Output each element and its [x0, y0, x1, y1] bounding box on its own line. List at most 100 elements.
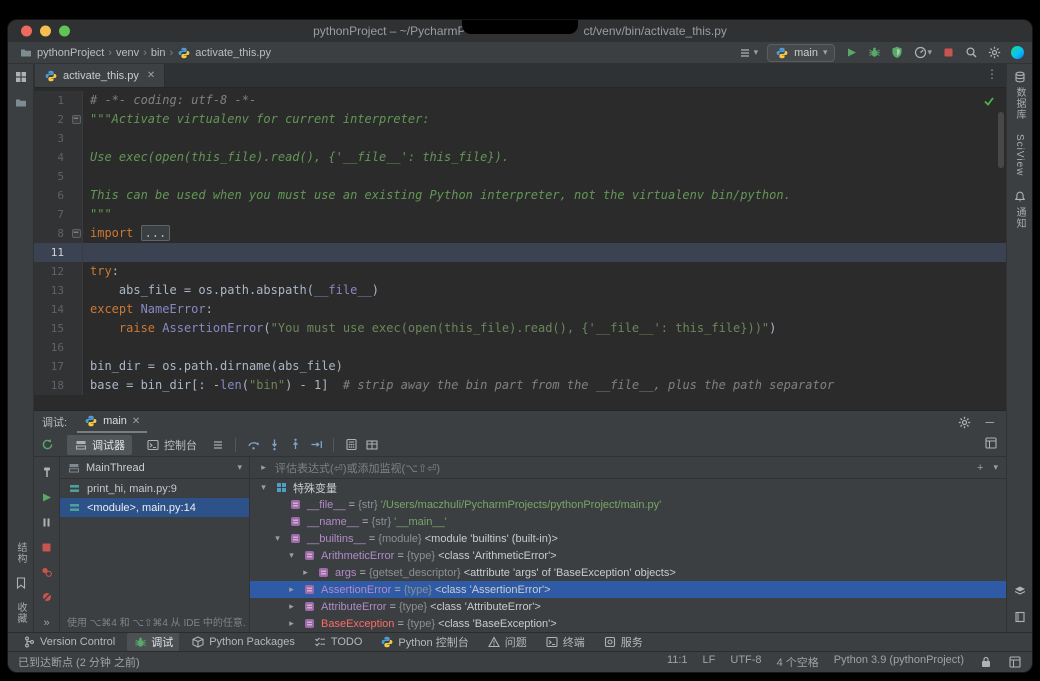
stop-debug-button[interactable] — [40, 540, 54, 554]
evaluate-expression-bar[interactable]: ▸ 评估表达式(⏎)或添加监视(⌥⇧⏎) + ▾ — [250, 457, 1006, 479]
step-out-button[interactable] — [288, 438, 302, 452]
variable-row[interactable]: __name__ = {str} '__main__' — [250, 513, 1006, 530]
chevron-right-icon[interactable]: ▸ — [286, 584, 297, 595]
editor-line-15[interactable]: 15 raise AssertionError("You must use ex… — [34, 319, 1006, 338]
step-into-button[interactable] — [267, 438, 281, 452]
profiler-button[interactable]: ▾ — [913, 46, 932, 60]
toolwindow-button-todo[interactable]: TODO — [307, 634, 369, 650]
chevron-right-icon[interactable]: ▸ — [286, 601, 297, 612]
debug-session-tab[interactable]: main ✕ — [77, 411, 147, 433]
variable-row[interactable]: ▸AssertionError = {type} <class 'Asserti… — [250, 581, 1006, 598]
watches-view-button[interactable] — [365, 438, 379, 452]
breadcrumb-item[interactable]: venv — [113, 47, 142, 59]
code-editor[interactable]: 1# -*- coding: utf-8 -*-2−"""Activate vi… — [34, 88, 1006, 410]
tab-options-icon[interactable]: ⋮ — [986, 67, 998, 81]
step-over-button[interactable] — [246, 438, 260, 452]
toolwindow-button-branch[interactable]: Version Control — [16, 634, 121, 650]
breadcrumb-item[interactable]: pythonProject — [16, 46, 107, 60]
stop-button[interactable] — [941, 46, 955, 60]
status-item[interactable]: LF — [703, 654, 716, 670]
view-breakpoints-button[interactable] — [40, 565, 54, 579]
resume-button[interactable] — [40, 490, 54, 504]
run-configuration-selector[interactable]: main ▾ — [767, 44, 835, 62]
fold-marker[interactable]: − — [70, 110, 83, 129]
right-stripe-tool-button[interactable]: SciView — [1014, 134, 1025, 176]
chevron-down-icon[interactable]: ▾ — [258, 482, 269, 493]
close-tab-icon[interactable]: ✕ — [147, 70, 155, 81]
chevron-right-icon[interactable]: ▸ — [300, 567, 311, 578]
toolwindow-button-bug[interactable]: 调试 — [127, 633, 179, 651]
status-item[interactable]: 4 个空格 — [777, 654, 819, 670]
editor-tab-active[interactable]: activate_this.py ✕ — [35, 64, 165, 87]
fold-marker[interactable]: − — [70, 224, 83, 243]
chevron-down-icon[interactable]: ▾ — [272, 533, 283, 544]
editor-line-5[interactable]: 5 — [34, 167, 1006, 186]
variable-row[interactable]: __file__ = {str} '/Users/maczhuli/Pychar… — [250, 496, 1006, 513]
editor-line-16[interactable]: 16 — [34, 338, 1006, 357]
status-widget-icon[interactable] — [1008, 655, 1022, 669]
bookmark-icon[interactable] — [14, 576, 28, 590]
list-dropdown-icon[interactable]: ▾ — [738, 46, 759, 60]
variable-row[interactable]: ▾__builtins__ = {module} <module 'builti… — [250, 530, 1006, 547]
editor-line-6[interactable]: 6This can be used when you must use an e… — [34, 186, 1006, 205]
editor-line-11[interactable]: 11 — [34, 243, 1006, 262]
editor-line-2[interactable]: 2−"""Activate virtualenv for current int… — [34, 110, 1006, 129]
rerun-button[interactable] — [40, 438, 54, 452]
minimize-window-button[interactable] — [40, 26, 51, 37]
inspections-ok-icon[interactable] — [982, 94, 996, 108]
tab-console[interactable]: 控制台 — [139, 435, 204, 455]
run-with-coverage-button[interactable] — [890, 46, 904, 60]
variable-row[interactable]: ▸AttributeError = {type} <class 'Attribu… — [250, 598, 1006, 615]
tab-debugger[interactable]: 调试器 — [67, 435, 132, 455]
favorites-tool-button[interactable]: 收藏 — [13, 602, 28, 624]
debug-settings-icon[interactable] — [957, 415, 971, 429]
folders-tool-button[interactable] — [14, 96, 28, 110]
variable-row[interactable]: ▸BaseException = {type} <class 'BaseExce… — [250, 615, 1006, 632]
dependencies-tool-button[interactable] — [1013, 584, 1027, 598]
pause-button[interactable] — [40, 515, 54, 529]
toolwindow-button-packages[interactable]: Python Packages — [185, 634, 301, 650]
run-to-cursor-button[interactable] — [309, 438, 323, 452]
editor-line-13[interactable]: 13 abs_file = os.path.abspath(__file__) — [34, 281, 1006, 300]
right-stripe-tool-button[interactable]: 数据库 — [1012, 70, 1027, 120]
modify-run-config-button[interactable] — [40, 465, 54, 479]
editor-line-7[interactable]: 7""" — [34, 205, 1006, 224]
evaluate-expression-button[interactable] — [344, 438, 358, 452]
run-button[interactable] — [844, 46, 858, 60]
right-stripe-tool-button[interactable]: 通知 — [1012, 190, 1027, 229]
toolbar-menu-icon[interactable] — [211, 438, 225, 452]
stack-frame-row[interactable]: <module>, main.py:14 — [60, 498, 249, 517]
toolwindow-button-python[interactable]: Python 控制台 — [374, 633, 474, 651]
thread-selector[interactable]: MainThread ▾ — [60, 457, 249, 479]
editor-line-12[interactable]: 12try: — [34, 262, 1006, 281]
editor-line-17[interactable]: 17bin_dir = os.path.dirname(abs_file) — [34, 357, 1006, 376]
variable-row[interactable]: ▸args = {getset_descriptor} <attribute '… — [250, 564, 1006, 581]
status-item[interactable]: 11:1 — [667, 654, 688, 670]
zoom-window-button[interactable] — [59, 26, 70, 37]
documentation-tool-button[interactable] — [1013, 610, 1027, 624]
code-with-me-button[interactable] — [1010, 46, 1024, 60]
editor-scrollbar[interactable] — [998, 112, 1004, 168]
breadcrumb-item[interactable]: activate_this.py — [174, 46, 274, 60]
editor-line-18[interactable]: 18base = bin_dir[: -len("bin") - 1] # st… — [34, 376, 1006, 395]
structure-tool-button[interactable]: 结构 — [13, 542, 28, 564]
editor-line-1[interactable]: 1# -*- coding: utf-8 -*- — [34, 91, 1006, 110]
editor-line-4[interactable]: 4Use exec(open(this_file).read(), {'__fi… — [34, 148, 1006, 167]
editor-line-3[interactable]: 3 — [34, 129, 1006, 148]
hide-tool-window-icon[interactable]: ─ — [985, 415, 994, 429]
chevron-down-icon[interactable]: ▾ — [286, 550, 297, 561]
mute-breakpoints-button[interactable] — [40, 590, 54, 604]
editor-line-14[interactable]: 14except NameError: — [34, 300, 1006, 319]
stack-frame-row[interactable]: print_hi, main.py:9 — [60, 479, 249, 498]
variable-row[interactable]: ▾特殊变量 — [250, 479, 1006, 496]
close-window-button[interactable] — [21, 26, 32, 37]
breadcrumb-item[interactable]: bin — [148, 47, 169, 59]
chevron-right-icon[interactable]: ▸ — [286, 618, 297, 629]
add-watch-icon[interactable]: + — [977, 462, 983, 474]
lock-icon[interactable] — [979, 655, 993, 669]
toolwindow-button-terminal[interactable]: 终端 — [539, 633, 591, 651]
layout-settings-icon[interactable] — [984, 436, 998, 450]
status-item[interactable]: Python 3.9 (pythonProject) — [834, 654, 964, 670]
chevron-down-icon[interactable]: ▾ — [993, 462, 998, 474]
status-item[interactable]: UTF-8 — [730, 654, 761, 670]
